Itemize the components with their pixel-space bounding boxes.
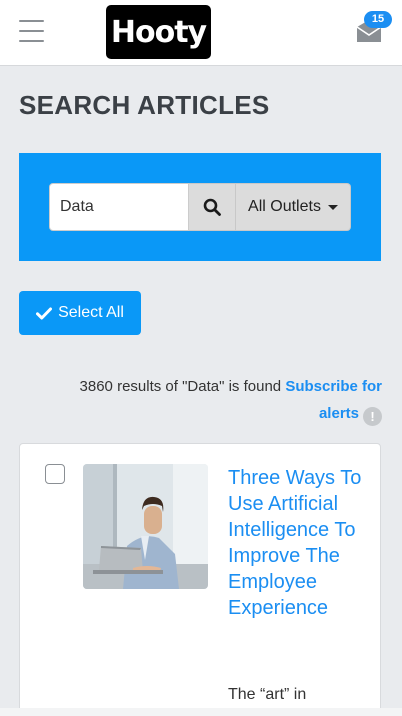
article-thumbnail[interactable]: [83, 464, 208, 589]
search-icon: [203, 198, 221, 216]
article-excerpt: The “art” in: [228, 686, 307, 703]
search-input[interactable]: [49, 183, 189, 231]
results-summary: 3860 results of "Data" is found Subscrib…: [42, 373, 382, 427]
top-header: Hooty 15: [0, 0, 402, 66]
brand-logo[interactable]: Hooty: [106, 5, 211, 59]
checkmark-icon: [36, 307, 53, 319]
article-select-checkbox[interactable]: [45, 464, 65, 484]
outlet-dropdown-label: All Outlets: [248, 198, 321, 215]
notification-badge[interactable]: 15: [364, 11, 392, 28]
info-icon[interactable]: !: [363, 407, 382, 426]
outlet-dropdown[interactable]: All Outlets: [236, 183, 351, 231]
bottom-bar: [0, 708, 402, 716]
results-count-text: 3860 results of "Data" is found: [79, 378, 282, 395]
page-title: SEARCH ARTICLES: [19, 90, 270, 120]
hamburger-menu-icon[interactable]: [19, 20, 44, 42]
article-title-link[interactable]: Three Ways To Use Artificial Intelligenc…: [228, 465, 368, 621]
search-button[interactable]: [189, 183, 236, 231]
chevron-down-icon: [327, 204, 338, 210]
select-all-button[interactable]: Select All: [19, 291, 141, 335]
select-all-label: Select All: [58, 304, 124, 321]
